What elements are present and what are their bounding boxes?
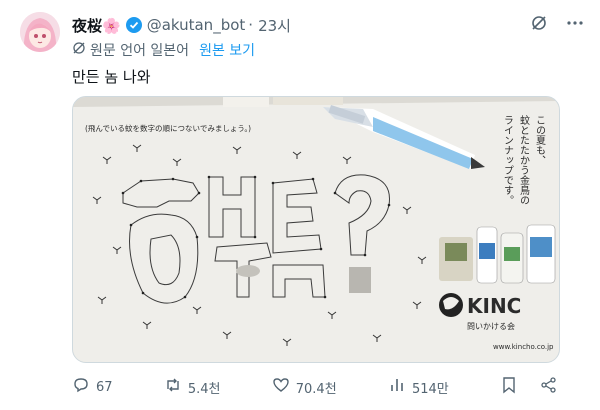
verified-badge-icon: [125, 17, 142, 33]
views-button[interactable]: 514만: [388, 376, 449, 398]
avatar[interactable]: [20, 12, 60, 52]
instruction-text: (飛んでいる蚊を数字の順につないでみましょう。): [85, 123, 251, 133]
ad-line-3: ラインナップです。: [502, 115, 514, 205]
reply-count: 67: [96, 379, 113, 395]
display-name[interactable]: 夜桜🌸: [72, 15, 121, 36]
translate-label: 원문 언어 일본어: [90, 43, 190, 59]
repost-count: 5.4천: [187, 381, 221, 397]
extra-actions: [500, 376, 558, 398]
oval-blob: [236, 265, 260, 277]
tweet-text: 만든 놈 나와: [72, 68, 151, 86]
bookmark-icon[interactable]: [500, 376, 518, 398]
tweet-image[interactable]: (飛んでいる蚊を数字の順につないでみましょう。) この夏も、 蚊とたたかう金鳥の…: [72, 96, 560, 363]
action-bar: 67 5.4천 70.4천 514만: [72, 376, 558, 398]
share-icon[interactable]: [540, 376, 558, 398]
like-count: 70.4천: [295, 381, 337, 397]
user-handle[interactable]: @akutan_bot: [147, 16, 246, 34]
grok-icon[interactable]: [530, 14, 548, 36]
separator-dot: ·: [248, 16, 254, 34]
brand-url: www.kincho.co.jp: [493, 343, 554, 351]
views-icon: [388, 376, 406, 398]
ad-line-1: この夏も、: [534, 115, 546, 165]
views-count: 514만: [411, 381, 449, 397]
translation-row: 원문 언어 일본어 원본 보기: [72, 40, 255, 60]
brand-subtitle: 問いかける会: [467, 321, 515, 331]
repost-button[interactable]: 5.4천: [164, 376, 221, 398]
timestamp[interactable]: 23시: [258, 15, 291, 36]
dot-to-dot-photo: (飛んでいる蚊を数字の順につないでみましょう。) この夏も、 蚊とたたかう金鳥の…: [73, 97, 559, 362]
translate-icon: [72, 41, 86, 59]
repost-icon: [164, 376, 182, 398]
brand-text: KINC: [467, 294, 521, 318]
reply-button[interactable]: 67: [72, 376, 113, 398]
heart-icon: [272, 376, 290, 398]
more-options-icon[interactable]: [566, 14, 584, 36]
reply-icon: [72, 376, 90, 398]
like-button[interactable]: 70.4천: [272, 376, 337, 398]
ad-line-2: 蚊とたたかう金鳥の: [518, 114, 530, 205]
show-original-link[interactable]: 원본 보기: [199, 40, 255, 60]
question-dot: [349, 267, 371, 293]
tweet-header: 夜桜🌸 @akutan_bot · 23시: [72, 14, 584, 36]
